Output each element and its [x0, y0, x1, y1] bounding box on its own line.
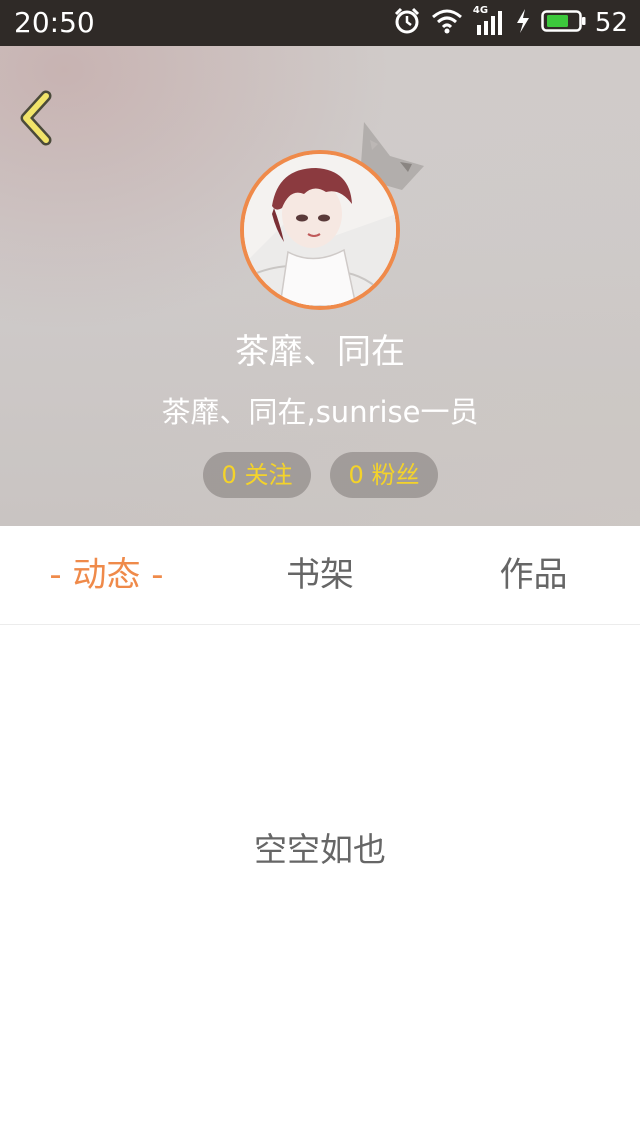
profile-header: 茶靡、同在 茶靡、同在,sunrise一员 0 关注 0 粉丝 [0, 46, 640, 526]
alarm-icon [393, 7, 421, 39]
battery-icon [541, 9, 587, 37]
chevron-left-icon [20, 90, 52, 146]
avatar[interactable] [240, 150, 400, 310]
tab-bookshelf[interactable]: 书架 [213, 526, 427, 624]
wifi-icon [431, 8, 463, 38]
following-count-button[interactable]: 0 关注 [203, 452, 311, 498]
status-time: 20:50 [14, 6, 95, 39]
status-bar: 20:50 4G 52 [0, 0, 640, 46]
battery-level: 52 [594, 8, 628, 38]
profile-name: 茶靡、同在 [235, 332, 405, 372]
profile-bio: 茶靡、同在,sunrise一员 [161, 395, 479, 429]
empty-state-text: 空空如也 [254, 830, 386, 869]
tab-dynamic[interactable]: - 动态 - [0, 526, 213, 624]
tab-works[interactable]: 作品 [427, 526, 640, 624]
cellular-signal-icon: 4G [473, 5, 505, 37]
status-icons: 4G 52 [383, 5, 628, 40]
charging-bolt-icon [515, 8, 531, 38]
fans-count-button[interactable]: 0 粉丝 [330, 452, 438, 498]
back-button[interactable] [16, 90, 64, 146]
profile-tab-bar: - 动态 - 书架 作品 [0, 526, 640, 625]
